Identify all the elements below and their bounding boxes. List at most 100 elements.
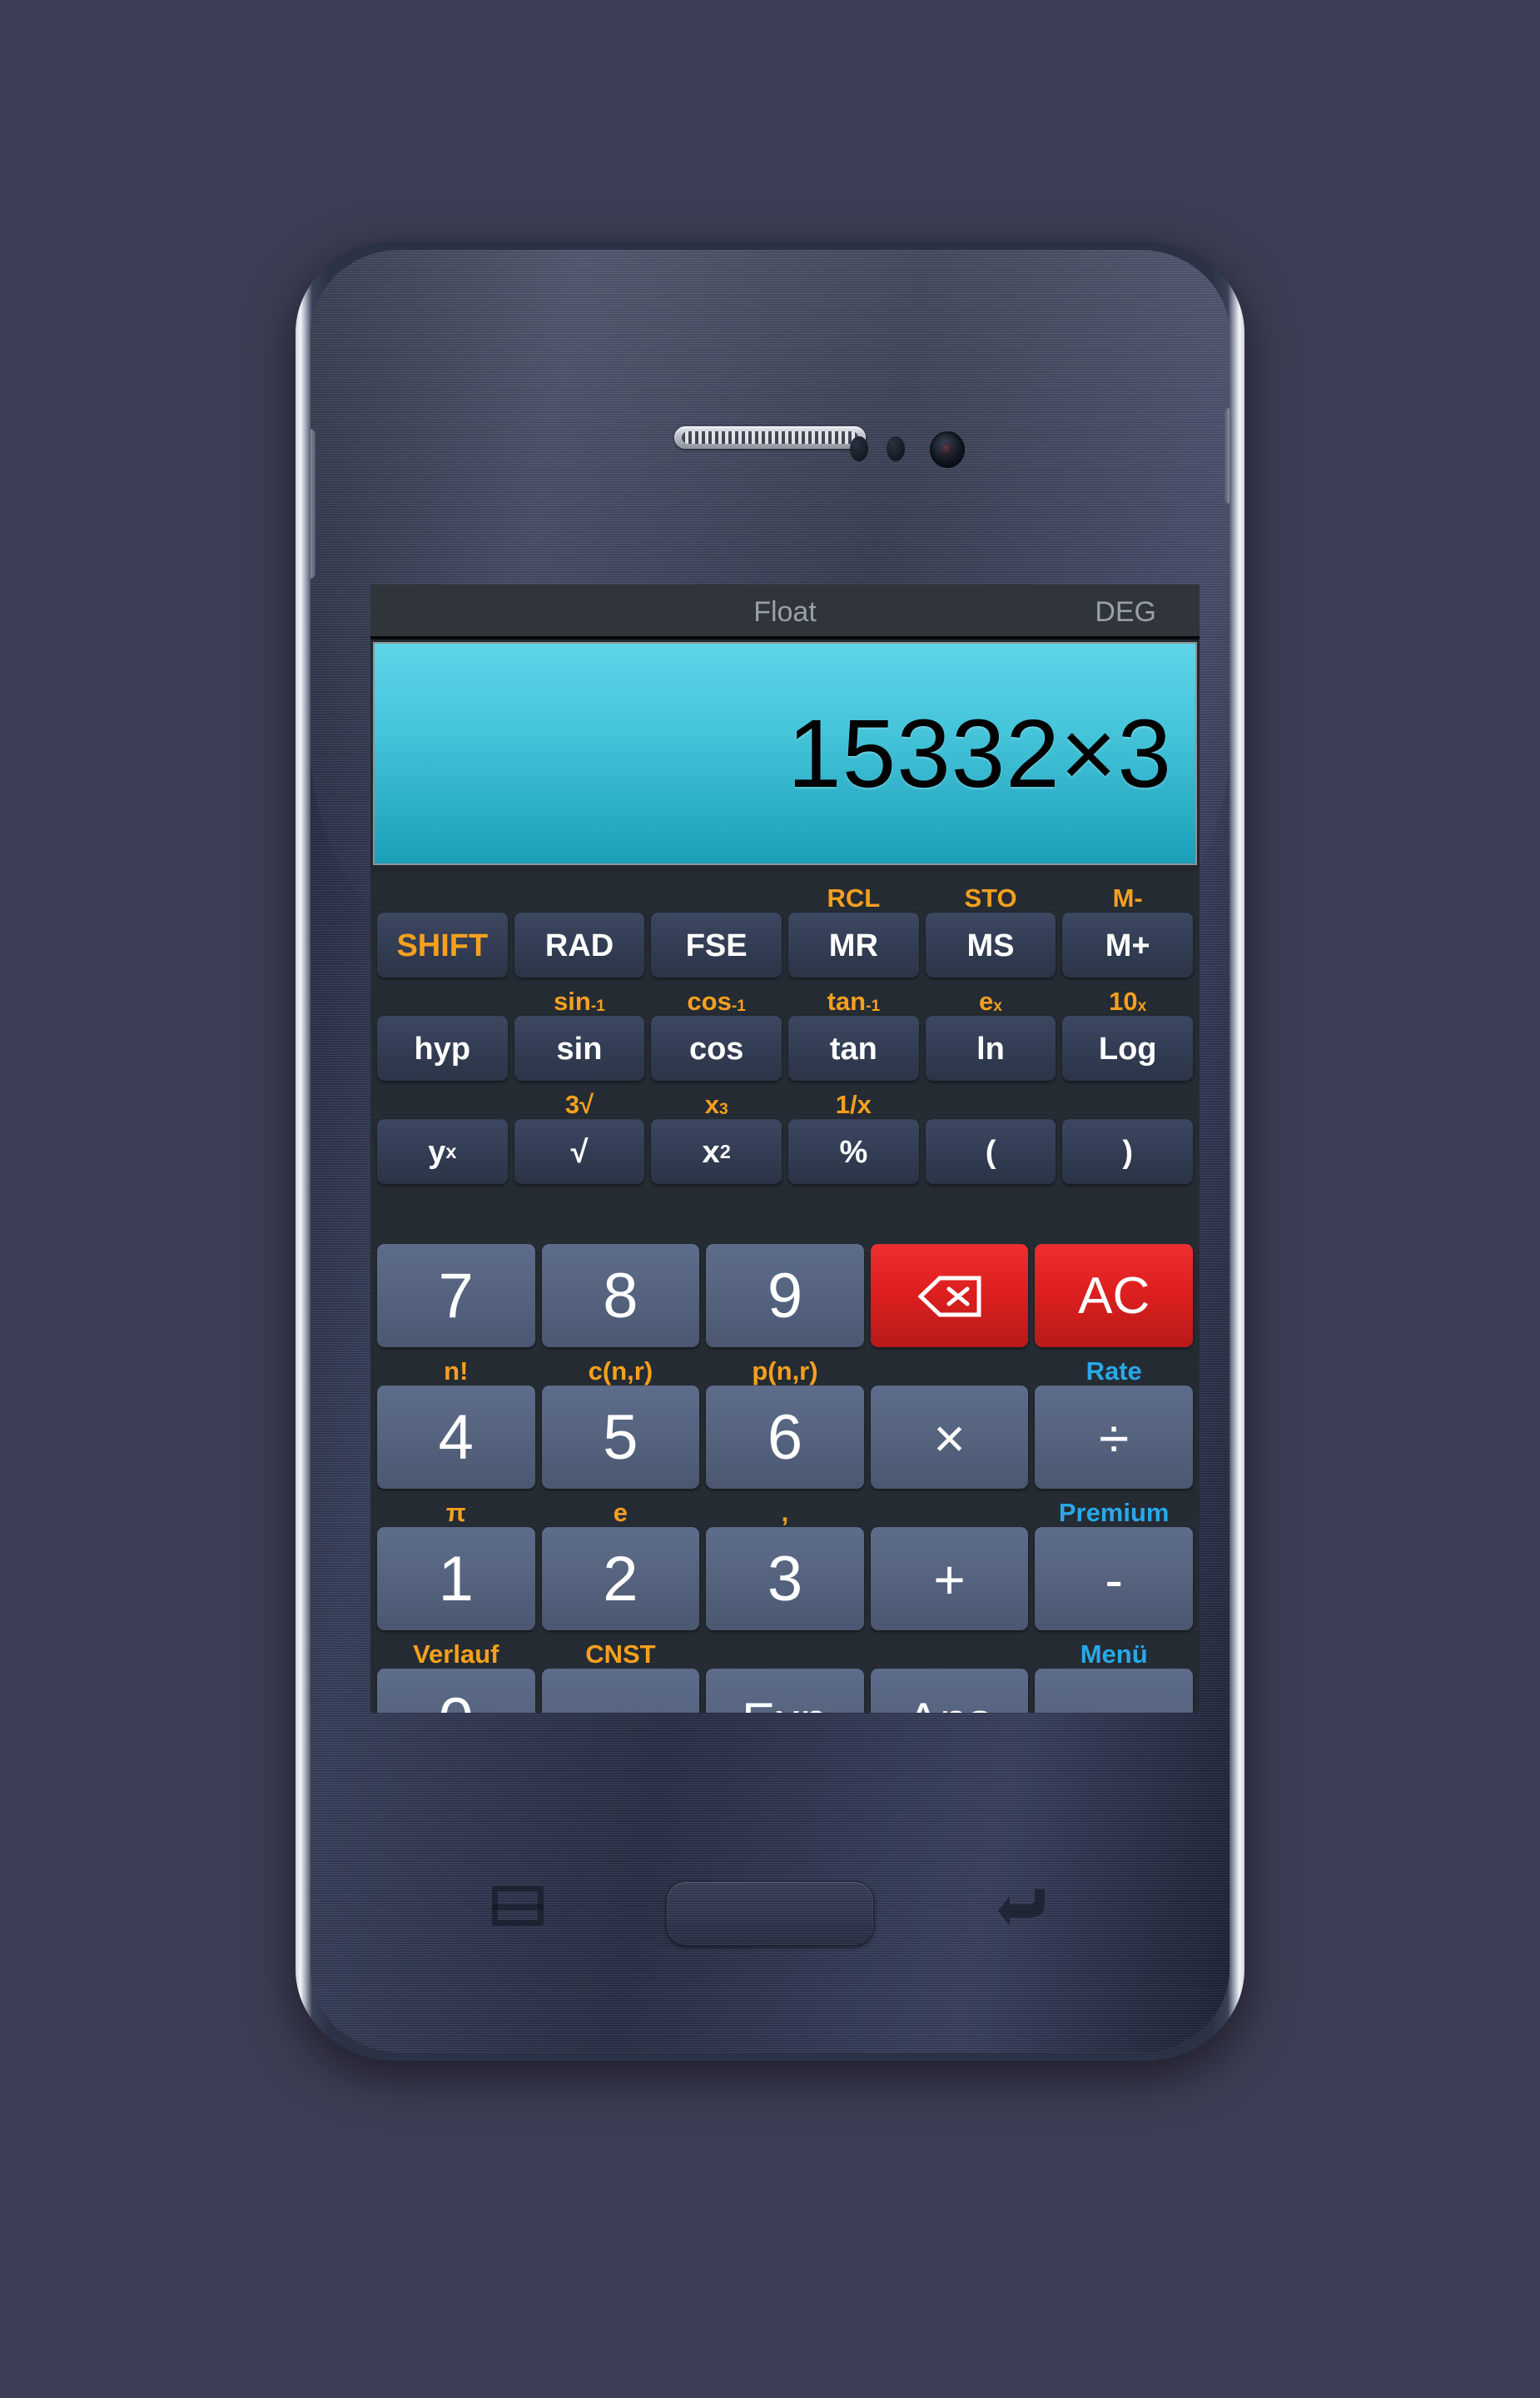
key-cell: 9 — [706, 1206, 864, 1347]
alt-label-e[interactable]: e — [542, 1489, 700, 1527]
key-9[interactable]: 9 — [706, 1244, 864, 1347]
key-cell: CNST. — [541, 1630, 700, 1713]
function-row-1: hyp sin -1 sin cos -1 cos tan -1 tan e x ln 10 x Log — [375, 978, 1195, 1081]
key-rad[interactable]: RAD — [514, 913, 645, 978]
back-key-icon[interactable] — [996, 1884, 1051, 1928]
light-sensor-icon — [887, 436, 905, 461]
key-divide[interactable]: ÷ — [1035, 1386, 1193, 1489]
key-all-clear[interactable]: AC — [1035, 1244, 1193, 1347]
front-camera-icon — [930, 431, 965, 468]
key-[interactable]: % — [788, 1119, 919, 1184]
alt-label-empty — [651, 874, 782, 913]
menu-key-icon[interactable] — [492, 1886, 544, 1926]
key-8[interactable]: 8 — [541, 1244, 700, 1347]
key-equals[interactable]: = — [1035, 1669, 1193, 1713]
key-0[interactable]: 0 — [377, 1669, 535, 1713]
alt-label-empty — [871, 1347, 1029, 1386]
key-tan[interactable]: tan — [788, 1016, 919, 1081]
key-cell: Verlauf0 — [377, 1630, 535, 1713]
alt-label-n[interactable]: n! — [377, 1347, 535, 1386]
volume-button[interactable] — [310, 429, 315, 579]
key-backspace[interactable] — [870, 1244, 1029, 1347]
calculator-keypad: SHIFT RAD FSE RCL MR STO MS M- M+ hyp sin -1 sin cos -… — [370, 871, 1200, 1713]
alt-label-p-n-r[interactable]: p(n,r) — [706, 1347, 864, 1386]
alt-label-cos-1[interactable]: cos -1 — [651, 978, 782, 1016]
key-shift[interactable]: SHIFT — [377, 913, 508, 978]
key-5[interactable]: 5 — [541, 1386, 700, 1489]
key-[interactable]: ( — [925, 1119, 1056, 1184]
alt-label-sto[interactable]: STO — [926, 874, 1056, 913]
key-cell — [870, 1206, 1029, 1347]
key-ms[interactable]: MS — [925, 913, 1056, 978]
key-cell: RCL MR — [788, 874, 919, 978]
alt-label-c-n-r[interactable]: c(n,r) — [542, 1347, 700, 1386]
key-cell: ,3 — [706, 1489, 864, 1630]
alt-label-premium[interactable]: Premium — [1035, 1489, 1193, 1527]
key-x2[interactable]: x2 — [651, 1119, 782, 1184]
alt-label-empty — [871, 1489, 1029, 1527]
notation-mode-label[interactable]: Float — [370, 596, 1200, 629]
alt-label-10x[interactable]: 10 x — [1062, 978, 1193, 1016]
alt-label-rcl[interactable]: RCL — [788, 874, 919, 913]
key-4[interactable]: 4 — [377, 1386, 535, 1489]
key-7[interactable]: 7 — [377, 1244, 535, 1347]
alt-label-1-x[interactable]: 1/x — [788, 1081, 919, 1119]
alt-label-tan-1[interactable]: tan -1 — [788, 978, 919, 1016]
key-1[interactable]: 1 — [377, 1527, 535, 1630]
alt-label-verlauf[interactable]: Verlauf — [377, 1630, 535, 1669]
key-log[interactable]: Log — [1062, 1016, 1194, 1081]
key-cell: n! 4 — [377, 1347, 535, 1489]
alt-label-x3[interactable]: x3 — [651, 1081, 782, 1119]
alt-label-cnst[interactable]: CNST — [542, 1630, 700, 1669]
key-yx[interactable]: yx — [377, 1119, 508, 1184]
key-cell: 10 x Log — [1062, 978, 1194, 1081]
key-multiply[interactable]: × — [870, 1386, 1029, 1489]
key-mr[interactable]: MR — [788, 913, 919, 978]
key-2[interactable]: 2 — [541, 1527, 700, 1630]
backspace-icon — [917, 1276, 981, 1316]
number-row-1: n! 4 c(n,r) 5 p(n,r) 6 × Rate ÷ — [375, 1347, 1195, 1489]
number-row-0: 7 8 9 AC — [375, 1206, 1195, 1347]
key-ln[interactable]: ln — [925, 1016, 1056, 1081]
key-3[interactable]: 3 — [706, 1527, 864, 1630]
key-cell: 8 — [541, 1206, 700, 1347]
angle-mode-label[interactable]: DEG — [1095, 596, 1156, 629]
alt-label-empty — [1035, 1206, 1193, 1244]
key-[interactable]: ) — [1062, 1119, 1194, 1184]
display-expression: 15332×3 — [787, 699, 1172, 808]
alt-label-[interactable]: , — [706, 1489, 864, 1527]
calculator-display[interactable]: 15332×3 — [373, 642, 1197, 865]
alt-label-men[interactable]: Menü — [1035, 1630, 1193, 1669]
alt-label-m[interactable]: M- — [1062, 874, 1193, 913]
key-sin[interactable]: sin — [514, 1016, 645, 1081]
alt-label-empty — [871, 1630, 1029, 1669]
key-6[interactable]: 6 — [706, 1386, 864, 1489]
home-button[interactable] — [666, 1881, 874, 1946]
key-minus[interactable]: - — [1035, 1527, 1193, 1630]
function-row-2: y x 3√ √ x 3 x 2 1/x%() — [375, 1081, 1195, 1184]
earpiece-grille-icon — [674, 426, 866, 449]
key-decimal[interactable]: . — [541, 1669, 700, 1713]
alt-label-3[interactable]: 3√ — [514, 1081, 645, 1119]
alt-label-rate[interactable]: Rate — [1035, 1347, 1193, 1386]
power-button[interactable] — [1225, 408, 1230, 504]
alt-label-empty — [926, 1081, 1056, 1119]
key-[interactable]: √ — [514, 1119, 645, 1184]
key-fse[interactable]: FSE — [651, 913, 782, 978]
key-hyp[interactable]: hyp — [377, 1016, 508, 1081]
number-row-2: π 1 e 2, 3 + Premium - — [375, 1489, 1195, 1630]
alt-label-sin-1[interactable]: sin -1 — [514, 978, 645, 1016]
key-exponent[interactable]: Exp — [706, 1669, 864, 1713]
key-cell: sin -1 sin — [514, 978, 645, 1081]
key-cell: Premium - — [1035, 1489, 1193, 1630]
alt-label-empty — [377, 874, 508, 913]
key-plus[interactable]: + — [870, 1527, 1029, 1630]
key-m+[interactable]: M+ — [1062, 913, 1194, 978]
key-cell: yx — [377, 1081, 508, 1184]
alt-label-empty — [377, 978, 508, 1016]
key-cos[interactable]: cos — [651, 1016, 782, 1081]
alt-label-ex[interactable]: ex — [926, 978, 1056, 1016]
key-answer[interactable]: Ans — [870, 1669, 1029, 1713]
key-cell: M- M+ — [1062, 874, 1194, 978]
alt-label-[interactable]: π — [377, 1489, 535, 1527]
